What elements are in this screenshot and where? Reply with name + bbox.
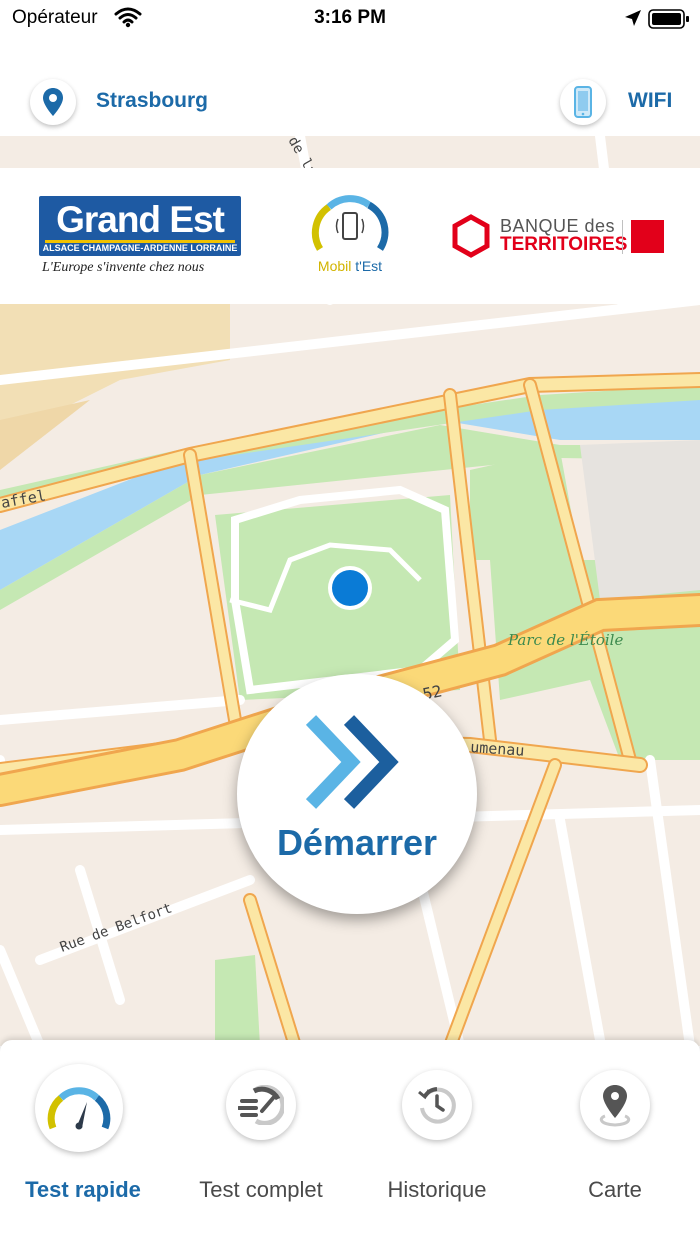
double-chevron-icon xyxy=(305,715,399,809)
street-label: umenau xyxy=(470,738,525,760)
park-label: Parc de l'Étoile xyxy=(507,631,623,649)
location-pin-button[interactable] xyxy=(30,79,76,125)
history-icon xyxy=(418,1087,456,1124)
territoires-label: TERRITOIRES xyxy=(500,234,628,255)
clock: 3:16 PM xyxy=(314,7,386,28)
grand-est-tagline: L'Europe s'invente chez nous xyxy=(42,260,205,275)
mobilest-logo-text: Mobil t'Est xyxy=(317,258,383,274)
speed-lines-icon xyxy=(238,1085,284,1125)
tab-label: Test rapide xyxy=(25,1177,141,1202)
battery-icon xyxy=(648,9,690,34)
smartphone-icon xyxy=(574,86,592,118)
location-services-icon xyxy=(624,9,642,32)
grand-est-logo: Grand Est ALSACE CHAMPAGNE-ARDENNE LORRA… xyxy=(39,196,241,256)
tab-label: Carte xyxy=(588,1177,642,1202)
tab-historique[interactable]: Historique xyxy=(349,1040,525,1244)
partner-logos: Grand Est ALSACE CHAMPAGNE-ARDENNE LORRA… xyxy=(0,168,700,304)
mobilest-gauge-icon xyxy=(311,195,389,251)
tab-label: Historique xyxy=(387,1177,487,1202)
network-type-button[interactable] xyxy=(560,79,606,125)
location-header: Strasbourg WIFI xyxy=(0,40,700,136)
tab-test-complet[interactable]: Test complet xyxy=(173,1040,349,1244)
bottom-tab-bar: Test rapide Test complet Historique Cart… xyxy=(0,1040,700,1244)
start-test-button[interactable]: Démarrer xyxy=(237,674,477,914)
network-type-label: WIFI xyxy=(628,89,673,112)
map-pin-icon xyxy=(599,1085,631,1127)
tab-carte[interactable]: Carte xyxy=(527,1040,700,1244)
speedometer-icon xyxy=(47,1087,111,1130)
caisse-des-depots-logo xyxy=(631,220,664,253)
tab-label: Test complet xyxy=(199,1177,323,1202)
start-button-label: Démarrer xyxy=(276,822,438,863)
status-bar: Opérateur 3:16 PM xyxy=(0,0,700,40)
location-pin-icon xyxy=(43,88,63,116)
tab-test-rapide[interactable]: Test rapide xyxy=(0,1040,171,1244)
current-city: Strasbourg xyxy=(96,89,209,112)
banque-territoires-hexagon-icon xyxy=(452,214,490,258)
